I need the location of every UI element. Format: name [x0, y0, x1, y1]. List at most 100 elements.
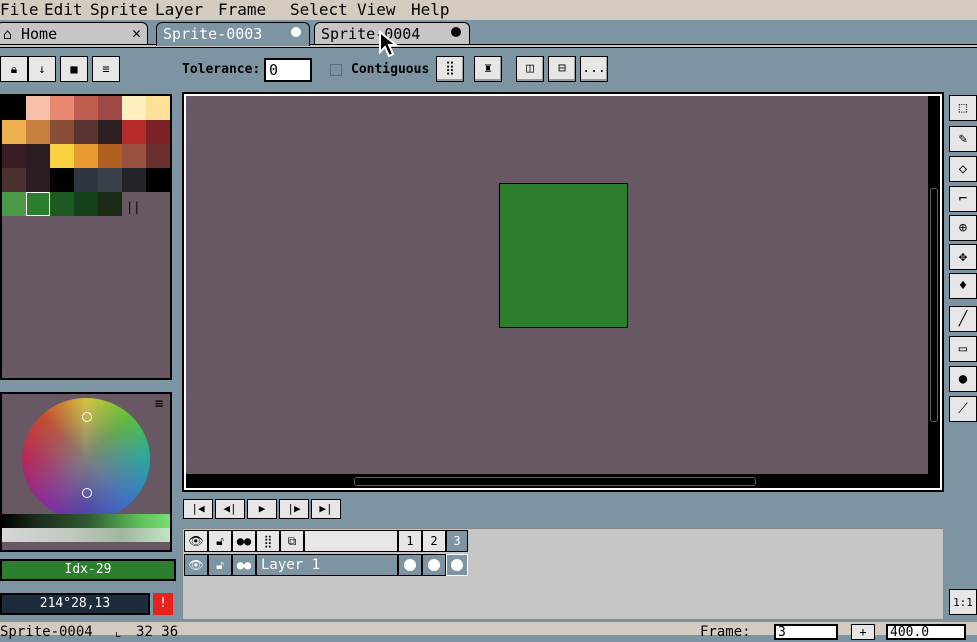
frame-input[interactable]: 3 — [774, 624, 838, 640]
menu-frame[interactable]: Frame — [218, 0, 266, 20]
layer-visibility-toggle[interactable]: 👁︎ — [184, 554, 208, 576]
zoom-reset-button[interactable]: 1:1 — [949, 589, 977, 615]
last-frame-button[interactable]: ▶| — [311, 499, 341, 519]
palette-swatch[interactable] — [122, 120, 146, 144]
palette-swatch[interactable] — [74, 192, 98, 216]
play-button[interactable]: ▶ — [247, 499, 277, 519]
palette-swatch[interactable] — [26, 120, 50, 144]
palette-swatch[interactable] — [98, 96, 122, 120]
layer-name[interactable]: Layer 1 — [256, 554, 398, 576]
tab-sprite-0003[interactable]: Sprite-0003 — [156, 22, 310, 46]
palette-swatch[interactable] — [50, 144, 74, 168]
shade-bar[interactable] — [2, 514, 170, 528]
menu-sprite[interactable]: Sprite — [90, 0, 148, 20]
palette-swatch[interactable] — [50, 192, 74, 216]
previous-frame-button[interactable]: ◀| — [215, 499, 245, 519]
palette-swatch[interactable] — [98, 168, 122, 192]
palette-swatch[interactable] — [74, 96, 98, 120]
cel-frame-3-active[interactable] — [446, 554, 468, 576]
new-frame-button[interactable]: + — [851, 624, 875, 640]
menu-help[interactable]: Help — [411, 0, 450, 20]
layer-lock-toggle[interactable]: 🔓︎ — [208, 554, 232, 576]
cel-frame-1[interactable] — [398, 554, 422, 576]
spray-tool[interactable]: ⟋ — [949, 396, 977, 422]
layer-options-header[interactable]: ⣿ — [256, 530, 280, 552]
visibility-header[interactable]: 👁︎ — [184, 530, 208, 552]
contour-tool[interactable]: ● — [949, 366, 977, 392]
next-frame-button[interactable]: |▶ — [279, 499, 309, 519]
pixel-connectivity-button[interactable]: ⣿ — [436, 56, 464, 82]
frame-header[interactable]: 1 — [398, 530, 422, 552]
palette-swatch[interactable] — [146, 144, 170, 168]
palette-swatch[interactable] — [26, 168, 50, 192]
eraser-tool[interactable]: ◇ — [949, 156, 977, 182]
menu-view[interactable]: View — [357, 0, 396, 20]
download-button[interactable]: ↓ — [28, 56, 56, 82]
ink-type-button[interactable]: ♜ — [474, 56, 502, 82]
close-icon[interactable]: ✕ — [132, 24, 141, 42]
menu-select[interactable]: Select — [290, 0, 348, 20]
contiguous-checkbox[interactable] — [330, 64, 342, 76]
fill-tool[interactable]: ♦ — [949, 273, 977, 299]
modified-dot-icon[interactable] — [291, 27, 301, 37]
tolerance-input[interactable]: 0 — [264, 58, 312, 82]
eyedropper-tool[interactable]: ⌐ — [949, 186, 977, 212]
palette-swatch[interactable] — [50, 96, 74, 120]
continuous-header[interactable]: ●● — [232, 530, 256, 552]
palette-swatch[interactable] — [122, 96, 146, 120]
more-options-button[interactable]: ... — [580, 56, 608, 82]
layer-continuous-toggle[interactable]: ●● — [232, 554, 256, 576]
color-index-badge[interactable]: Idx-29 — [0, 559, 176, 581]
color-value-badge[interactable]: 214°28,13 — [0, 593, 150, 615]
vertical-scrollbar-track[interactable] — [928, 96, 940, 474]
line-tool[interactable]: ╱ — [949, 306, 977, 332]
frame-header-active[interactable]: 3 — [446, 530, 468, 552]
palette-swatch[interactable] — [26, 192, 50, 216]
cel-frame-2[interactable] — [422, 554, 446, 576]
lock-button[interactable]: 🔒︎ — [0, 56, 28, 82]
vertical-scrollbar-thumb[interactable] — [930, 188, 938, 422]
palette-swatch[interactable] — [26, 144, 50, 168]
symmetry-horizontal-button[interactable]: ⊟ — [548, 56, 576, 82]
palette-swatch[interactable] — [2, 168, 26, 192]
onion-skin-header[interactable]: ⧉ — [280, 530, 304, 552]
palette-swatch[interactable] — [74, 144, 98, 168]
palette-swatch[interactable] — [146, 120, 170, 144]
palette-swatch[interactable] — [26, 96, 50, 120]
first-frame-button[interactable]: |◀ — [183, 499, 213, 519]
palette-swatch[interactable] — [122, 144, 146, 168]
sprite-canvas[interactable] — [499, 183, 628, 328]
rectangle-tool[interactable]: ▭ — [949, 336, 977, 362]
lock-header[interactable]: 🔓︎ — [208, 530, 232, 552]
frame-header[interactable]: 2 — [422, 530, 446, 552]
palette-swatch[interactable] — [2, 120, 26, 144]
symmetry-vertical-button[interactable]: ◫ — [516, 56, 544, 82]
palette-swatch[interactable] — [50, 120, 74, 144]
pencil-tool[interactable]: ✎ — [949, 126, 977, 152]
zoom-input[interactable]: 400.0 — [886, 624, 966, 640]
palette-swatch[interactable] — [74, 120, 98, 144]
palette-swatch[interactable] — [2, 192, 26, 216]
palette-swatch[interactable] — [74, 168, 98, 192]
wheel-handle[interactable] — [82, 488, 92, 498]
wheel-menu-icon[interactable]: ≡ — [155, 396, 163, 412]
tint-bar[interactable] — [2, 528, 170, 542]
palette-swatch[interactable] — [98, 144, 122, 168]
palette-swatch[interactable] — [98, 192, 122, 216]
horizontal-scrollbar-thumb[interactable] — [354, 477, 756, 486]
canvas-area[interactable] — [186, 96, 928, 474]
palette-swatch[interactable] — [2, 144, 26, 168]
palette-menu-button[interactable]: ≡ — [92, 56, 120, 82]
menu-edit[interactable]: Edit — [44, 0, 83, 20]
marquee-tool[interactable]: ⬚ — [949, 95, 977, 121]
tab-home[interactable]: ⌂ Home ✕ — [0, 22, 148, 44]
palette-swatch[interactable] — [2, 96, 26, 120]
palette-save-button[interactable]: ■ — [60, 56, 88, 82]
palette-swatch[interactable] — [146, 96, 170, 120]
menu-file[interactable]: File — [0, 0, 39, 20]
zoom-tool[interactable]: ⊕ — [949, 215, 977, 241]
horizontal-scrollbar-track[interactable] — [186, 474, 940, 488]
palette-swatch[interactable] — [98, 120, 122, 144]
warning-badge[interactable]: ! — [153, 593, 173, 615]
palette-swatch[interactable] — [146, 168, 170, 192]
